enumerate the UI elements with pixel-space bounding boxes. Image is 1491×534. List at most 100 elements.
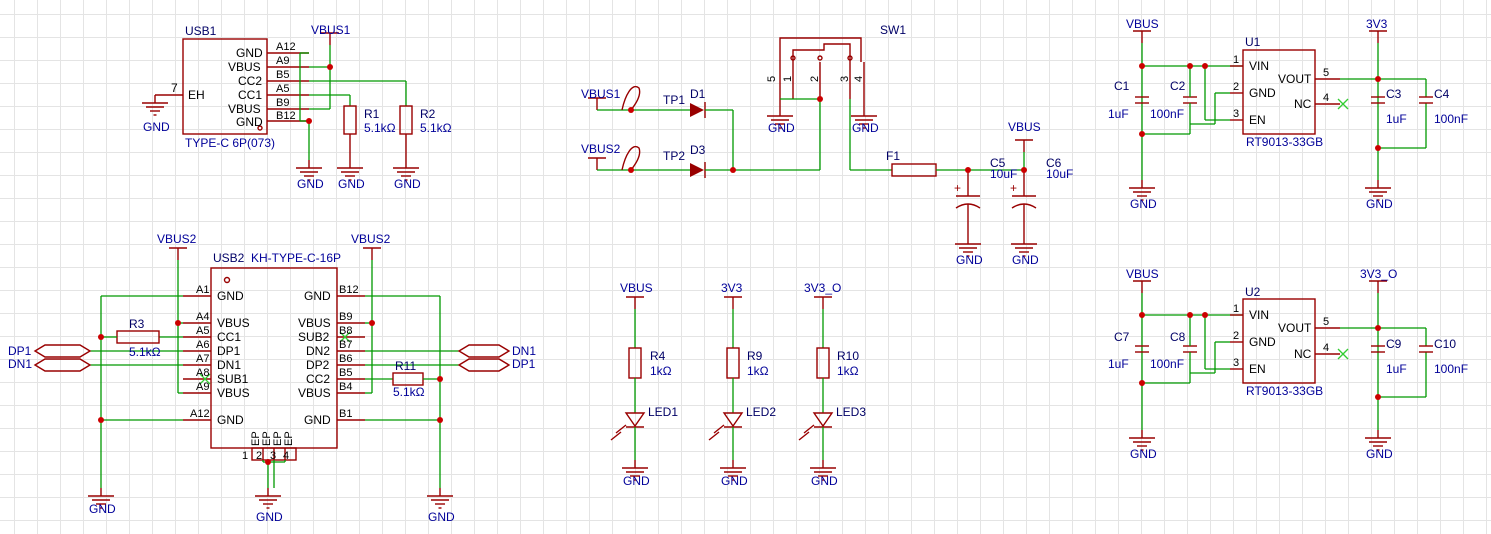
usb1-num-b5: B5 — [276, 69, 289, 81]
power-input-block: + + — [587, 37, 1038, 257]
u1-pin-gnd: GND — [1249, 86, 1276, 100]
sw1-pin-5: 5 — [766, 76, 778, 82]
usb2-epnum-1: 2 — [256, 450, 262, 462]
gnd-label-usb2-ep: GND — [256, 510, 283, 524]
net-vbus-led: VBUS — [620, 281, 653, 295]
usb1-ref: USB1 — [185, 24, 217, 38]
usb1-pin-gnd-a: GND — [236, 46, 263, 60]
usb2-left-2: CC1 — [217, 330, 241, 344]
r9-ref: R9 — [747, 349, 763, 363]
u2-pin-en: EN — [1249, 362, 1266, 376]
usb2-ep-3: EP — [283, 431, 295, 446]
usb1-num-a12: A12 — [276, 41, 296, 53]
u2-num-2: 2 — [1233, 330, 1239, 342]
usb2-left-num-3: A6 — [196, 339, 209, 351]
u2-pin-gnd: GND — [1249, 335, 1276, 349]
usb2-left-num-4: A7 — [196, 353, 209, 365]
c9-ref: C9 — [1386, 337, 1402, 351]
net-3v3o-led: 3V3_O — [804, 281, 841, 295]
usb1-num-b12: B12 — [276, 110, 296, 122]
usb1-pin-cc2: CC2 — [238, 74, 262, 88]
usb2-left-num-6: A9 — [196, 381, 209, 393]
u1-pin-vout: VOUT — [1278, 72, 1312, 86]
usb2-left-5: SUB1 — [217, 372, 249, 386]
usb2-left-3: DP1 — [217, 344, 241, 358]
c4-value: 100nF — [1434, 112, 1468, 126]
usb2-epnum-0: 1 — [242, 450, 248, 462]
led2-ref: LED2 — [746, 405, 776, 419]
usb2-right-1: VBUS — [298, 316, 331, 330]
usb2-right-2: SUB2 — [298, 330, 330, 344]
r10-value: 1kΩ — [837, 364, 859, 378]
usb2-left-num-5: A8 — [196, 367, 209, 379]
net-vbus-u2: VBUS — [1126, 267, 1159, 281]
gnd-label-led2: GND — [721, 474, 748, 488]
usb2-right-0: GND — [304, 289, 331, 303]
u2-pin-nc: NC — [1294, 347, 1312, 361]
svg-text:+: + — [1010, 181, 1017, 195]
usb1-num-a5: A5 — [276, 83, 289, 95]
u2-ref: U2 — [1245, 285, 1261, 299]
c4-ref: C4 — [1434, 87, 1450, 101]
usb2-epnum-3: 4 — [283, 450, 289, 462]
c8-ref: C8 — [1170, 330, 1186, 344]
sw1-pin-4: 4 — [853, 76, 865, 82]
usb2-value: KH-TYPE-C-16P — [251, 251, 341, 265]
schematic-sheet: { "nets":{"vbus":"VBUS","vbus1":"VBUS1",… — [0, 0, 1491, 534]
u2-num-3: 3 — [1233, 357, 1239, 369]
net-vbus-u1: VBUS — [1126, 17, 1159, 31]
r2-value: 5.1kΩ — [420, 121, 452, 135]
usb2-left-6: VBUS — [217, 386, 250, 400]
net-vbus-c6: VBUS — [1008, 120, 1041, 134]
r3-value: 5.1kΩ — [129, 345, 161, 359]
c10-value: 100nF — [1434, 362, 1468, 376]
gnd-label-sw1-a: GND — [768, 121, 795, 135]
sw1-pin-2: 2 — [809, 76, 821, 82]
net-dn1-right: DN1 — [512, 344, 536, 358]
usb2-block — [33, 247, 511, 509]
gnd-label-usb1-eh: GND — [143, 120, 170, 134]
net-3v3-led: 3V3 — [721, 281, 743, 295]
u2-value: RT9013-33GB — [1246, 384, 1323, 398]
u1-num-4: 4 — [1323, 92, 1329, 104]
u2-pin-vout: VOUT — [1278, 321, 1312, 335]
net-vbus2-right: VBUS2 — [351, 232, 391, 246]
sw1-pin-3: 3 — [839, 76, 851, 82]
c1-ref: C1 — [1114, 79, 1130, 93]
c3-ref: C3 — [1386, 87, 1402, 101]
usb2-right-3: DN2 — [306, 344, 330, 358]
usb2-left-1: VBUS — [217, 316, 250, 330]
usb1-eh-label: EH — [188, 88, 205, 102]
usb2-right-num-3: B7 — [339, 339, 352, 351]
usb2-right-num-7: B1 — [339, 408, 352, 420]
usb1-pin7-num: 7 — [171, 81, 178, 95]
usb2-left-num-7: A12 — [190, 408, 210, 420]
c7-value: 1uF — [1108, 357, 1129, 371]
svg-text:+: + — [954, 181, 961, 195]
u1-num-1: 1 — [1233, 54, 1239, 66]
u1-num-2: 2 — [1233, 81, 1239, 93]
net-dn1-left: DN1 — [8, 357, 32, 371]
usb2-left-num-2: A5 — [196, 325, 209, 337]
usb2-right-num-2: B8 — [339, 325, 352, 337]
usb1-num-b9: B9 — [276, 97, 289, 109]
r2-ref: R2 — [420, 107, 436, 121]
usb2-left-num-0: A1 — [196, 284, 209, 296]
r10-ref: R10 — [837, 349, 859, 363]
usb2-right-num-4: B6 — [339, 353, 352, 365]
usb2-right-4: DP2 — [306, 358, 330, 372]
gnd-label-usb2-right: GND — [428, 510, 455, 524]
sw1-ref: SW1 — [880, 23, 906, 37]
r3-ref: R3 — [129, 317, 145, 331]
schematic-drawing: USB1 TYPE-C 6P(073) 7 EH GND VBUS CC2 CC… — [8, 17, 1468, 524]
gnd-label-u2-out: GND — [1366, 447, 1393, 461]
d3-ref: D3 — [690, 143, 706, 157]
r4-value: 1kΩ — [650, 364, 672, 378]
usb1-value: TYPE-C 6P(073) — [185, 136, 275, 150]
u1-num-5: 5 — [1323, 67, 1329, 79]
usb1-pin-vbus-a: VBUS — [228, 60, 261, 74]
r1-ref: R1 — [364, 107, 380, 121]
usb2-ref: USB2 — [213, 251, 245, 265]
usb1-num-a9: A9 — [276, 55, 289, 67]
tp2-ref: TP2 — [663, 149, 685, 163]
